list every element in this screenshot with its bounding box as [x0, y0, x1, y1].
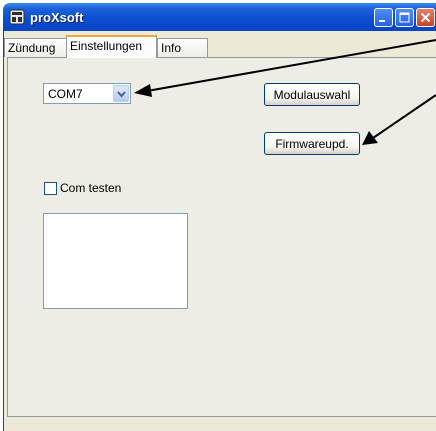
chevron-down-icon: [117, 91, 126, 98]
minimize-button[interactable]: [374, 8, 393, 27]
app-icon[interactable]: [9, 9, 25, 25]
maximize-icon: [399, 12, 410, 23]
com-testen-checkbox[interactable]: [44, 182, 57, 195]
close-button[interactable]: [416, 8, 435, 27]
title-bar[interactable]: proXsoft: [3, 3, 436, 31]
modulauswahl-button[interactable]: Modulauswahl: [264, 83, 360, 106]
firmware-update-button[interactable]: Firmwareupd.: [264, 132, 360, 155]
dropdown-button[interactable]: [113, 85, 129, 102]
close-icon: [420, 12, 431, 23]
minimize-icon: [379, 20, 385, 22]
window-title: proXsoft: [30, 10, 84, 25]
com-port-value: COM7: [48, 87, 83, 101]
tab-zuendung[interactable]: Zündung: [4, 38, 67, 57]
output-textbox[interactable]: [43, 213, 188, 309]
maximize-button[interactable]: [395, 8, 414, 27]
com-testen-label[interactable]: Com testen: [60, 181, 121, 195]
tab-info[interactable]: Info: [157, 38, 208, 57]
tab-einstellungen[interactable]: Einstellungen: [66, 35, 157, 58]
com-port-select[interactable]: COM7: [43, 83, 131, 104]
